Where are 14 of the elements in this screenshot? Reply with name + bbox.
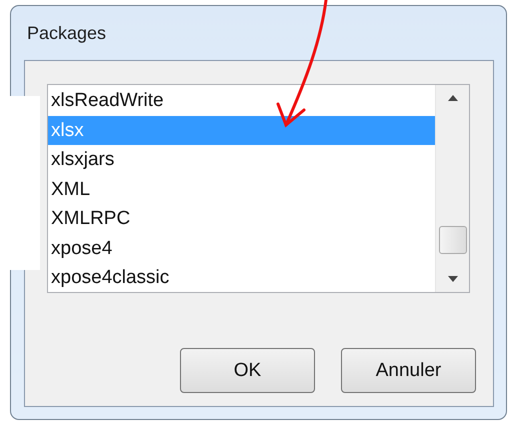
scroll-down-icon[interactable] (448, 276, 458, 282)
package-item[interactable]: XML (48, 174, 435, 204)
package-item[interactable]: XMLRPC (48, 204, 435, 234)
package-item[interactable]: xlsReadWrite (48, 86, 435, 116)
package-item[interactable]: xpose4classic (48, 263, 435, 292)
scroll-up-icon[interactable] (448, 95, 458, 101)
cancel-button[interactable]: Annuler (341, 348, 476, 393)
package-list[interactable]: xlsReadWrite xlsx xlsxjars XML XMLRPC xpose4 xpose4classic (47, 84, 470, 293)
ok-button[interactable]: OK (180, 348, 315, 393)
window-title: Packages (26, 22, 108, 45)
package-item[interactable]: xpose4 (48, 234, 435, 263)
package-item[interactable]: xlsxjars (48, 145, 435, 174)
scroll-thumb[interactable] (438, 226, 466, 254)
scrollbar[interactable] (435, 85, 469, 292)
